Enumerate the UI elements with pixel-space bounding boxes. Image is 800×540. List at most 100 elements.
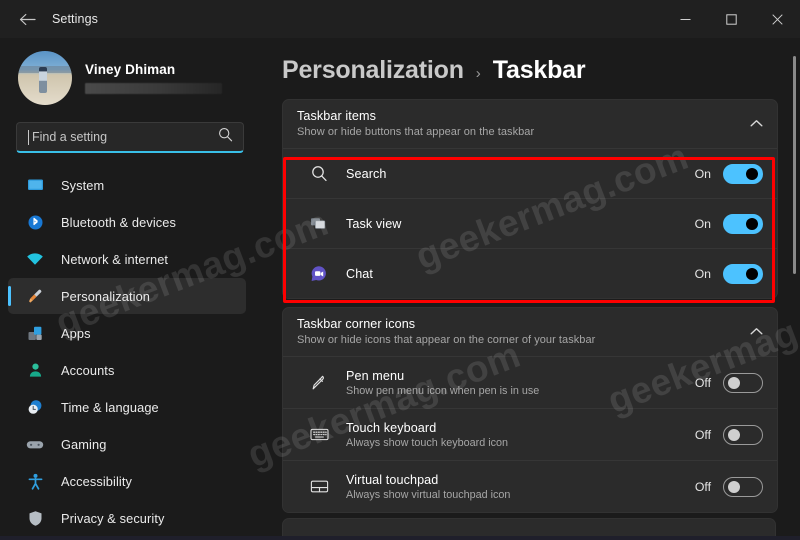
toggle-knob — [728, 428, 740, 441]
row-subtitle: Always show virtual touchpad icon — [346, 488, 511, 501]
breadcrumb: Personalization › Taskbar — [262, 38, 800, 85]
section-taskbar-corner-icons: Taskbar corner icons Show or hide icons … — [282, 307, 778, 513]
text-caret — [28, 129, 29, 145]
sidebar-item-privacy-security[interactable]: Privacy & security — [8, 500, 246, 536]
search-placeholder: Find a setting — [32, 130, 108, 144]
title-bar: Settings — [0, 0, 800, 38]
row-subtitle: Always show touch keyboard icon — [346, 436, 509, 449]
sidebar-label: Privacy & security — [61, 510, 165, 526]
row-chat[interactable]: Chat On — [283, 248, 777, 298]
sidebar-item-network-internet[interactable]: Network & internet — [8, 241, 246, 277]
person-icon — [26, 361, 44, 379]
row-text: Pen menu Show pen menu icon when pen is … — [346, 369, 695, 397]
sidebar-label: Network & internet — [61, 251, 169, 267]
window-controls — [662, 0, 800, 38]
row-text: Virtual touchpad Always show virtual tou… — [346, 473, 695, 501]
sidebar-item-bluetooth-devices[interactable]: Bluetooth & devices — [8, 204, 246, 240]
window-title: Settings — [52, 12, 98, 26]
row-state-label: On — [694, 216, 711, 231]
row-text: Task view — [346, 215, 695, 233]
maximize-icon — [725, 13, 737, 25]
row-text: Search — [346, 165, 695, 183]
row-virtual-touchpad[interactable]: Virtual touchpad Always show virtual tou… — [283, 460, 777, 512]
sidebar-label: Time & language — [61, 399, 159, 415]
sidebar-item-time-language[interactable]: Time & language — [8, 389, 246, 425]
row-search[interactable]: Search On — [283, 148, 777, 198]
row-pen-menu[interactable]: Pen menu Show pen menu icon when pen is … — [283, 356, 777, 408]
sidebar-item-accessibility[interactable]: Accessibility — [8, 463, 246, 499]
toggle-task-view[interactable] — [723, 213, 763, 234]
sidebar-label: Personalization — [61, 288, 150, 304]
section-header-taskbar-corner-icons[interactable]: Taskbar corner icons Show or hide icons … — [283, 308, 777, 356]
toggle-knob — [728, 480, 740, 493]
toggle-search[interactable] — [723, 163, 763, 184]
touchpad-icon — [309, 477, 329, 497]
wifi-icon — [26, 250, 44, 268]
section-title: Taskbar corner icons — [297, 317, 416, 331]
user-profile[interactable]: Viney Dhiman — [0, 44, 262, 106]
chevron-up-icon[interactable] — [750, 323, 763, 341]
desktop-taskbar-edge — [0, 536, 800, 540]
task-view-icon — [309, 214, 329, 234]
scrollbar[interactable] — [793, 56, 796, 502]
section-title: Taskbar items — [297, 109, 376, 123]
section-header-text: Taskbar items Show or hide buttons that … — [297, 109, 750, 138]
sidebar-label: Gaming — [61, 436, 107, 452]
paintbrush-icon — [26, 287, 44, 305]
back-button[interactable] — [10, 4, 44, 34]
back-arrow-icon — [19, 13, 36, 25]
minimize-button[interactable] — [662, 0, 708, 38]
row-title: Pen menu — [346, 368, 405, 383]
avatar-figure — [39, 67, 48, 94]
toggle-knob — [728, 376, 740, 389]
search-input[interactable]: Find a setting — [16, 122, 244, 153]
sidebar-item-apps[interactable]: Apps — [8, 315, 246, 351]
sidebar-item-system[interactable]: System — [8, 167, 246, 203]
sidebar-label: Apps — [61, 325, 91, 341]
row-title: Chat — [346, 266, 374, 281]
section-taskbar-items: Taskbar items Show or hide buttons that … — [282, 99, 778, 299]
sidebar-label: Bluetooth & devices — [61, 214, 177, 230]
row-title: Search — [346, 166, 387, 181]
profile-text: Viney Dhiman — [85, 62, 222, 94]
chevron-up-icon[interactable] — [750, 115, 763, 133]
maximize-button[interactable] — [708, 0, 754, 38]
clock-icon — [26, 398, 44, 416]
row-state-label: Off — [694, 427, 711, 442]
section-subtitle: Show or hide buttons that appear on the … — [297, 126, 535, 138]
pen-icon — [309, 373, 329, 393]
section-subtitle: Show or hide icons that appear on the co… — [297, 334, 596, 346]
section-header-text: Taskbar corner icons Show or hide icons … — [297, 317, 750, 346]
breadcrumb-root[interactable]: Personalization — [282, 56, 464, 85]
row-task-view[interactable]: Task view On — [283, 198, 777, 248]
sidebar-item-personalization[interactable]: Personalization — [8, 278, 246, 314]
row-subtitle: Show pen menu icon when pen is in use — [346, 384, 540, 397]
toggle-knob — [746, 167, 758, 180]
close-button[interactable] — [754, 0, 800, 38]
section-header-taskbar-items[interactable]: Taskbar items Show or hide buttons that … — [283, 100, 777, 148]
row-touch-keyboard[interactable]: Touch keyboard Always show touch keyboar… — [283, 408, 777, 460]
row-state-label: Off — [694, 479, 711, 494]
sidebar-nav: System Bluetooth & devices Network & int… — [0, 167, 262, 540]
breadcrumb-separator-icon: › — [475, 65, 481, 82]
sidebar-label: Accessibility — [61, 473, 132, 489]
search-icon[interactable] — [218, 127, 233, 147]
row-state-label: On — [694, 266, 711, 281]
toggle-touch-keyboard[interactable] — [723, 424, 763, 445]
toggle-pen-menu[interactable] — [723, 372, 763, 393]
scrollbar-thumb[interactable] — [793, 56, 796, 274]
apps-icon — [26, 324, 44, 342]
profile-email-redacted — [85, 83, 222, 94]
avatar — [18, 51, 72, 105]
sidebar-item-gaming[interactable]: Gaming — [8, 426, 246, 462]
keyboard-icon — [309, 425, 329, 445]
row-state-label: Off — [694, 375, 711, 390]
chat-camera-icon — [309, 264, 329, 284]
sidebar: Viney Dhiman Find a setting System Bluet… — [0, 38, 262, 540]
search-glass-icon — [309, 164, 329, 184]
toggle-chat[interactable] — [723, 263, 763, 284]
toggle-knob — [746, 267, 758, 280]
sidebar-item-accounts[interactable]: Accounts — [8, 352, 246, 388]
row-text: Touch keyboard Always show touch keyboar… — [346, 421, 695, 449]
toggle-virtual-touchpad[interactable] — [723, 476, 763, 497]
